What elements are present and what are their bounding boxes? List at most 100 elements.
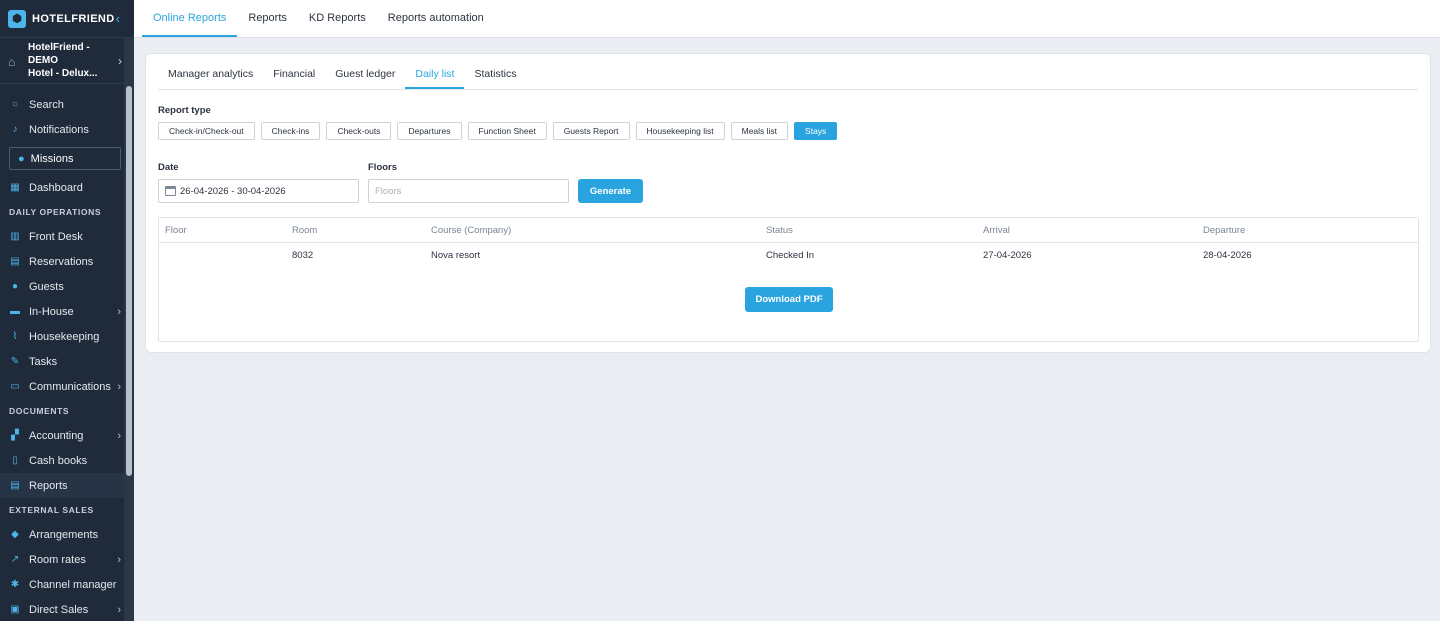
collapse-sidebar-icon[interactable]: ‹ [116,11,120,26]
calendar-icon [165,186,176,196]
chart-icon: ▥ [10,231,20,242]
clipboard-icon: ▤ [10,256,20,267]
sidebar-item-room-rates[interactable]: ↗ Room rates › [0,547,134,572]
sidebar-item-dashboard[interactable]: ▦ Dashboard [0,175,134,200]
trend-icon: ↗ [10,554,20,565]
tab-online-reports[interactable]: Online Reports [142,0,238,37]
report-type-check-ins[interactable]: Check-ins [260,122,321,140]
subtab-manager-analytics[interactable]: Manager analytics [158,68,263,89]
report-type-guests-report[interactable]: Guests Report [552,122,630,140]
generate-button[interactable]: Generate [578,179,643,203]
table-cell: Checked In [766,250,815,261]
column-header-departure: Departure [1203,224,1246,236]
sidebar-nav: ○ Search ♪ Notifications ● Missions ▦ Da… [0,84,134,621]
table-cell: Nova resort [431,250,481,261]
report-type-check-in-check-out[interactable]: Check-in/Check-out [158,122,255,140]
sidebar-item-arrangements[interactable]: ◆ Arrangements [0,522,134,547]
table-cell: 28-04-2026 [1203,250,1252,261]
sidebar-item-channel-manager[interactable]: ✱ Channel manager [0,572,134,597]
report-type-function-sheet[interactable]: Function Sheet [467,122,547,140]
table-body: 8032 Nova resort Checked In 27-04-2026 28-04… [159,243,1418,268]
sidebar-item-guests[interactable]: ● Guests [0,274,134,299]
floors-input[interactable] [368,179,569,203]
date-range-value: 26-04-2026 - 30-04-2026 [180,185,286,197]
person-icon: ● [11,281,19,292]
bell-icon: ♪ [12,124,18,135]
chevron-right-icon: › [117,603,121,616]
sidebar-scroll-thumb[interactable] [126,86,132,476]
sidebar-item-accounting[interactable]: ▞ Accounting › [0,423,134,448]
chevron-right-icon: › [117,305,121,318]
sidebar-item-front-desk[interactable]: ▥ Front Desk [0,224,134,249]
network-icon: ✱ [10,579,20,590]
book-icon: ▯ [12,455,18,466]
report-icon: ▤ [10,480,20,491]
sidebar-item-direct-sales[interactable]: ▣ Direct Sales › [0,597,134,621]
subtab-financial[interactable]: Financial [263,68,325,89]
bed-icon: ▬ [10,306,20,317]
store-icon: ▣ [10,604,20,615]
floors-label: Floors [368,162,398,173]
section-external-sales: EXTERNAL SALES [9,505,94,515]
chevron-right-icon: › [117,380,121,393]
logo-row: ⬢ HOTELFRIEND ‹ [0,0,134,38]
sidebar-item-reservations[interactable]: ▤ Reservations [0,249,134,274]
section-documents: DOCUMENTS [9,406,70,416]
sidebar-item-reports[interactable]: ▤ Reports [0,473,134,498]
column-header-room: Room [292,224,318,236]
sidebar-item-cash-books[interactable]: ▯ Cash books [0,448,134,473]
house-icon: ⌂ [8,54,16,69]
sidebar-item-housekeeping[interactable]: ⌇ Housekeeping [0,324,134,349]
table-cell: 27-04-2026 [983,250,1032,261]
report-type-departures[interactable]: Departures [397,122,462,140]
hotel-name: HotelFriend - DEMO Hotel - Delux... [28,42,98,79]
top-tabs: Online Reports Reports KD Reports Reports a… [134,0,1440,38]
tab-reports[interactable]: Reports [237,0,298,37]
section-daily-operations: DAILY OPERATIONS [9,207,102,217]
column-header-floor: Floor [165,224,187,236]
grid-icon: ▦ [10,182,20,193]
date-label: Date [158,162,179,173]
sidebar-scrollbar[interactable] [124,38,134,621]
report-type-stays[interactable]: Stays [794,122,838,140]
sub-tabs: Manager analytics Financial Guest ledger Da… [158,68,1418,90]
chevron-right-icon: › [118,53,122,68]
subtab-statistics[interactable]: Statistics [464,68,526,89]
sidebar-item-tasks[interactable]: ✎ Tasks [0,349,134,374]
chevron-right-icon: › [117,553,121,566]
sidebar-item-search[interactable]: ○ Search [0,92,134,117]
table-row: 8032 Nova resort Checked In 27-04-2026 28-04… [159,243,1418,268]
subtab-guest-ledger[interactable]: Guest ledger [325,68,405,89]
report-type-housekeeping-list[interactable]: Housekeeping list [635,122,725,140]
column-header-status: Status [766,224,793,236]
table-header: Floor Room Course (Company) Status Arrival De… [159,218,1418,243]
tag-icon: ◆ [11,529,19,540]
wrench-icon: ✎ [10,356,20,367]
tab-kd-reports[interactable]: KD Reports [298,0,377,37]
column-header-course-company-: Course (Company) [431,224,512,236]
external-sales-list: ◆ Arrangements ↗ Room rates › ✱ Channel manage… [0,522,134,621]
sidebar-item-communications[interactable]: ▭ Communications › [0,374,134,399]
sidebar-item-notifications[interactable]: ♪ Notifications [0,117,134,142]
hotelfriend-logo-icon: ⬢ [8,9,26,28]
hotel-selector[interactable]: ⌂ HotelFriend - DEMO Hotel - Delux... › [0,38,134,84]
subtab-daily-list[interactable]: Daily list [405,68,465,89]
user-icon: ● [18,152,25,165]
report-type-check-outs[interactable]: Check-outs [326,122,392,140]
chevron-right-icon: › [117,429,121,442]
column-header-arrival: Arrival [983,224,1010,236]
report-type-buttons: Check-in/Check-out Check-ins Check-outs Dep… [158,122,838,140]
download-pdf-button[interactable]: Download PDF [745,287,833,312]
report-card: Manager analytics Financial Guest ledger Da… [145,53,1431,353]
missions-button[interactable]: ● Missions [9,147,121,170]
report-type-label: Report type [158,105,211,116]
date-range-input[interactable]: 26-04-2026 - 30-04-2026 [158,179,359,203]
documents-list: ▞ Accounting › ▯ Cash books ▤ Reports [0,423,134,498]
report-type-meals-list[interactable]: Meals list [730,122,789,140]
sidebar-item-in-house[interactable]: ▬ In-House › [0,299,134,324]
chat-icon: ▭ [10,381,20,392]
brand-name: HOTELFRIEND [32,12,115,25]
tab-reports-automation[interactable]: Reports automation [377,0,495,37]
daily-operations-list: ▥ Front Desk ▤ Reservations ● Guests ▬ In-House… [0,224,134,399]
blocks-icon: ▞ [11,430,19,441]
